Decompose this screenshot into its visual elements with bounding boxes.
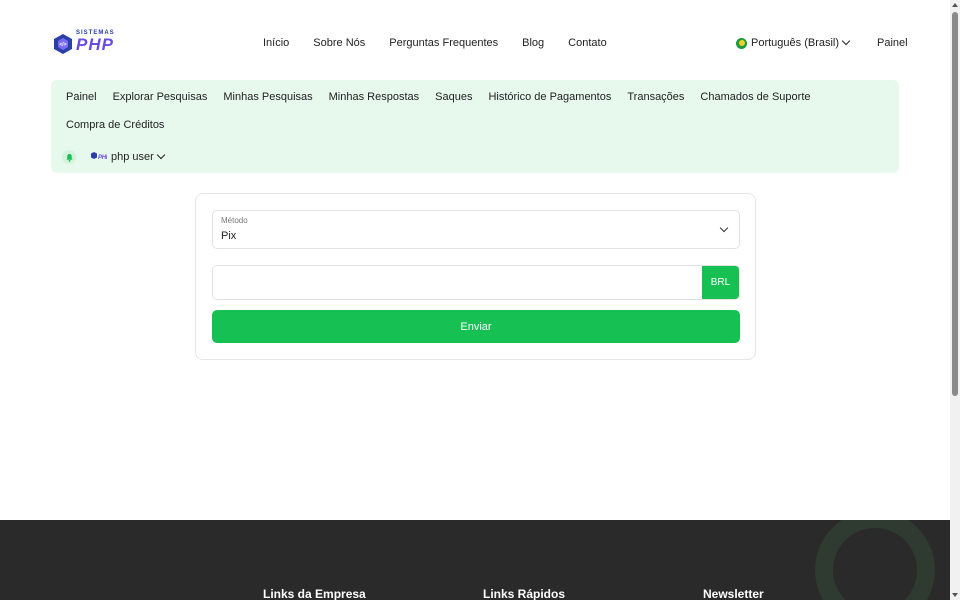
logo-text: SISTEMAS PHP: [76, 30, 115, 53]
svg-text:PHP: PHP: [98, 155, 107, 161]
scroll-down-arrow-icon[interactable]: [952, 593, 958, 597]
withdraw-form-card: Método Pix BRL Enviar: [195, 193, 756, 360]
page-scrollbar[interactable]: [950, 0, 960, 600]
method-label: Método: [221, 216, 248, 225]
footer-heading-links-rapidos: Links Rápidos: [483, 587, 566, 600]
header-dashboard-link[interactable]: Painel: [877, 37, 908, 49]
notification-button[interactable]: [62, 150, 76, 164]
dash-link-minhas-respostas[interactable]: Minhas Respostas: [329, 91, 420, 103]
nav-link-blog[interactable]: Blog: [522, 37, 544, 49]
submit-button[interactable]: Enviar: [212, 310, 740, 343]
scroll-up-arrow-icon[interactable]: [952, 3, 958, 7]
dash-link-minhas-pesquisas[interactable]: Minhas Pesquisas: [223, 91, 312, 103]
nav-link-sobre-nos[interactable]: Sobre Nós: [313, 37, 365, 49]
dash-link-chamados-suporte[interactable]: Chamados de Suporte: [700, 91, 810, 103]
chevron-down-icon: [156, 150, 166, 160]
php-hexagon-logo-icon: </>: [54, 34, 72, 54]
nav-link-contato[interactable]: Contato: [568, 37, 607, 49]
svg-text:</>: </>: [59, 42, 66, 48]
footer-decoration: [815, 520, 935, 600]
chevron-down-icon: [841, 36, 851, 46]
user-avatar-logo-icon: PHP: [91, 152, 111, 161]
dash-link-compra-creditos[interactable]: Compra de Créditos: [66, 119, 164, 131]
amount-input-group: BRL: [212, 265, 740, 300]
footer-heading-newsletter: Newsletter: [703, 587, 764, 600]
currency-badge: BRL: [702, 266, 739, 299]
dashboard-user-row: PHP php user: [62, 150, 166, 164]
bell-icon: [65, 153, 73, 162]
user-menu[interactable]: PHP php user: [91, 150, 166, 163]
dash-link-saques[interactable]: Saques: [435, 91, 472, 103]
dash-link-explorar-pesquisas[interactable]: Explorar Pesquisas: [113, 91, 208, 103]
method-select[interactable]: Método Pix: [212, 210, 740, 249]
site-footer: Links da Empresa Links Rápidos Newslette…: [0, 520, 950, 600]
nav-link-perguntas-frequentes[interactable]: Perguntas Frequentes: [389, 37, 498, 49]
nav-link-inicio[interactable]: Início: [263, 37, 289, 49]
main-nav: Início Sobre Nós Perguntas Frequentes Bl…: [263, 37, 631, 49]
logo-big-text: PHP: [76, 35, 114, 54]
user-avatar: PHP: [91, 151, 111, 163]
dash-link-painel[interactable]: Painel: [66, 91, 97, 103]
dashboard-links: Painel Explorar Pesquisas Minhas Pesquis…: [66, 91, 827, 103]
site-header: </> SISTEMAS PHP Início Sobre Nós Pergun…: [0, 0, 950, 88]
language-selector[interactable]: Português (Brasil): [736, 36, 851, 49]
language-label: Português (Brasil): [751, 37, 840, 49]
footer-heading-links-empresa: Links da Empresa: [263, 587, 366, 600]
dash-link-historico-pagamentos[interactable]: Histórico de Pagamentos: [488, 91, 611, 103]
dashboard-nav: Painel Explorar Pesquisas Minhas Pesquis…: [51, 80, 899, 173]
dash-link-transacoes[interactable]: Transações: [627, 91, 684, 103]
scrollbar-thumb[interactable]: [952, 12, 958, 396]
brazil-flag-icon: [736, 37, 747, 49]
method-value: Pix: [221, 230, 237, 242]
chevron-down-icon: [719, 223, 729, 233]
site-logo[interactable]: </> SISTEMAS PHP: [53, 30, 129, 56]
user-name: php user: [111, 151, 154, 163]
amount-input[interactable]: [213, 266, 702, 299]
